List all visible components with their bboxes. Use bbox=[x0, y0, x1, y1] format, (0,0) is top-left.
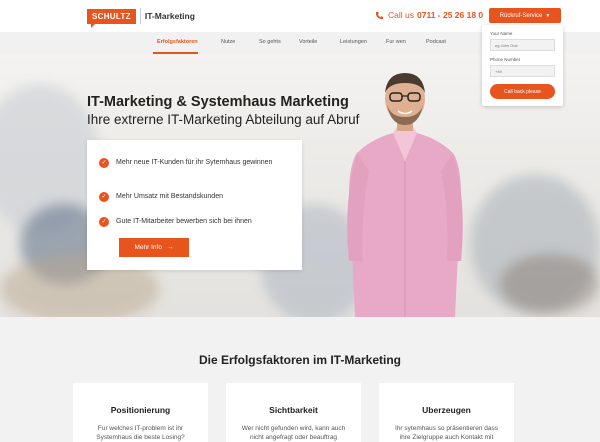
nav-item-leistungen[interactable]: Leistungen bbox=[340, 39, 367, 45]
callback-service-button[interactable]: Rückruf-Service ▼ bbox=[489, 8, 561, 23]
hero-subtitle: Ihre extrerne IT-Marketing Abteilung auf… bbox=[87, 112, 360, 127]
person-photo bbox=[347, 73, 463, 317]
phone-prefix: Call us bbox=[388, 10, 414, 20]
benefit-item: ✓ Gute IT-Mitarbeiter bewerben sich bei … bbox=[99, 217, 299, 227]
logo-divider bbox=[139, 8, 141, 24]
name-input[interactable] bbox=[490, 39, 555, 51]
benefit-text: Mehr Umsatz mit Bestandskunden bbox=[116, 193, 223, 200]
phone-icon bbox=[375, 11, 384, 19]
arrow-right-icon: → bbox=[166, 244, 174, 251]
feature-card-positionierung: Positionierung Fur welches IT-problem is… bbox=[73, 383, 208, 442]
background-blur bbox=[500, 254, 600, 314]
feature-card-sichtbarkeit: Sichtbarkeit Wer nicht gefunden wird, ka… bbox=[226, 383, 361, 442]
feature-text: Wer nicht gefunden wird, kann auch nicht… bbox=[241, 425, 346, 441]
checkmark-icon: ✓ bbox=[99, 192, 109, 202]
feature-title: Uberzeugen bbox=[422, 405, 471, 415]
nav-item-fur-wen[interactable]: Fur wen bbox=[386, 39, 406, 45]
logo-badge: SCHULTZ bbox=[87, 8, 136, 28]
logo-text: IT-Marketing bbox=[144, 11, 195, 21]
phone-label: Phone Number bbox=[490, 57, 521, 62]
nav-item-erfolgsfaktoren[interactable]: Erfolgsfaktoren bbox=[157, 39, 198, 45]
callback-service-label: Rückruf-Service bbox=[499, 12, 543, 19]
phone-input[interactable] bbox=[490, 65, 555, 77]
feature-title: Sichtbarkeit bbox=[269, 405, 318, 415]
nav-item-podcast[interactable]: Podcast bbox=[426, 39, 446, 45]
callback-form: Your Name Phone Number Call back please bbox=[482, 25, 563, 106]
chevron-down-icon: ▼ bbox=[545, 12, 551, 19]
benefit-text: Gute IT-Mitarbeiter bewerben sich bei ih… bbox=[116, 218, 252, 225]
nav-item-so-gehts[interactable]: So gehts bbox=[259, 39, 281, 45]
name-label: Your Name bbox=[490, 31, 513, 36]
benefit-item: ✓ Mehr Umsatz mit Bestandskunden bbox=[99, 192, 289, 202]
phone-number[interactable]: 0711 - 25 26 18 0 bbox=[417, 10, 483, 20]
logo[interactable]: SCHULTZ IT-Marketing bbox=[87, 7, 195, 28]
feature-card-uberzeugen: Uberzeugen Ihr sytemhaus so präsentieren… bbox=[379, 383, 514, 442]
benefit-item: ✓ Mehr neue IT-Kunden für ihr Sytemhaus … bbox=[99, 158, 289, 168]
phone-contact[interactable]: Call us 0711 - 25 26 18 0 bbox=[375, 10, 483, 20]
mehr-info-button[interactable]: Mehr Info → bbox=[119, 238, 189, 257]
nav-item-nutze[interactable]: Nutze bbox=[221, 39, 235, 45]
feature-title: Positionierung bbox=[110, 405, 171, 415]
hero-title: IT-Marketing & Systemhaus Marketing bbox=[87, 94, 349, 110]
section-title: Die Erfolgsfaktoren im IT-Marketing bbox=[198, 353, 402, 367]
checkmark-icon: ✓ bbox=[99, 158, 109, 168]
benefits-card: ✓ Mehr neue IT-Kunden für ihr Sytemhaus … bbox=[87, 140, 302, 270]
mehr-info-label: Mehr Info bbox=[134, 244, 162, 251]
benefit-text: Mehr neue IT-Kunden für ihr Sytemhaus ge… bbox=[116, 159, 273, 166]
feature-text: Fur welches IT-problem ist ihr Systemhau… bbox=[96, 425, 185, 441]
call-back-button[interactable]: Call back please bbox=[490, 84, 555, 99]
nav-item-vorteile[interactable]: Vorteile bbox=[299, 39, 317, 45]
features-section: Die Erfolgsfaktoren im IT-Marketing Posi… bbox=[0, 317, 600, 442]
checkmark-icon: ✓ bbox=[99, 217, 109, 227]
feature-text: Ihr sytemhaus so präsentieren dass ihre … bbox=[395, 425, 498, 441]
